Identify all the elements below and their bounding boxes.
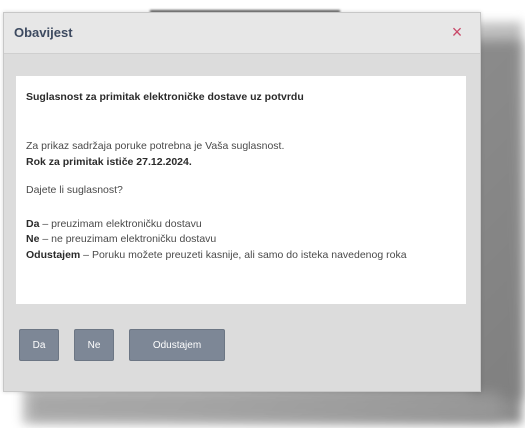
option-ne-key: Ne <box>26 233 40 245</box>
option-odustajem: Odustajem – Poruku možete preuzeti kasni… <box>26 248 446 263</box>
deadline-text: Rok za primitak ističe 27.12.2024. <box>26 156 192 168</box>
option-odustajem-key: Odustajem <box>26 249 81 261</box>
no-button[interactable]: Ne <box>74 329 114 361</box>
dialog-title: Obavijest <box>14 25 73 40</box>
option-da-desc: – preuzimam elektroničku dostavu <box>39 218 202 230</box>
consent-intro: Za prikaz sadržaja poruke potrebna je Va… <box>26 140 285 152</box>
option-ne: Ne – ne preuzimam elektroničku dostavu <box>26 233 216 245</box>
cancel-button[interactable]: Odustajem <box>129 329 225 361</box>
yes-button[interactable]: Da <box>19 329 59 361</box>
consent-question: Dajete li suglasnost? <box>26 184 123 196</box>
option-da: Da – preuzimam elektroničku dostavu <box>26 218 202 230</box>
option-da-key: Da <box>26 218 40 230</box>
close-icon[interactable]: × <box>446 20 468 44</box>
notification-dialog: Obavijest × Suglasnost za primitak elekt… <box>3 12 481 392</box>
option-ne-desc: – ne preuzimam elektroničku dostavu <box>39 233 217 245</box>
dialog-titlebar: Obavijest × <box>4 13 480 54</box>
dialog-content: Suglasnost za primitak elektroničke dost… <box>16 76 466 304</box>
message-heading: Suglasnost za primitak elektroničke dost… <box>26 91 304 103</box>
background-shadow-bottom <box>30 392 500 420</box>
option-odustajem-desc: – Poruku možete preuzeti kasnije, ali sa… <box>80 249 407 261</box>
